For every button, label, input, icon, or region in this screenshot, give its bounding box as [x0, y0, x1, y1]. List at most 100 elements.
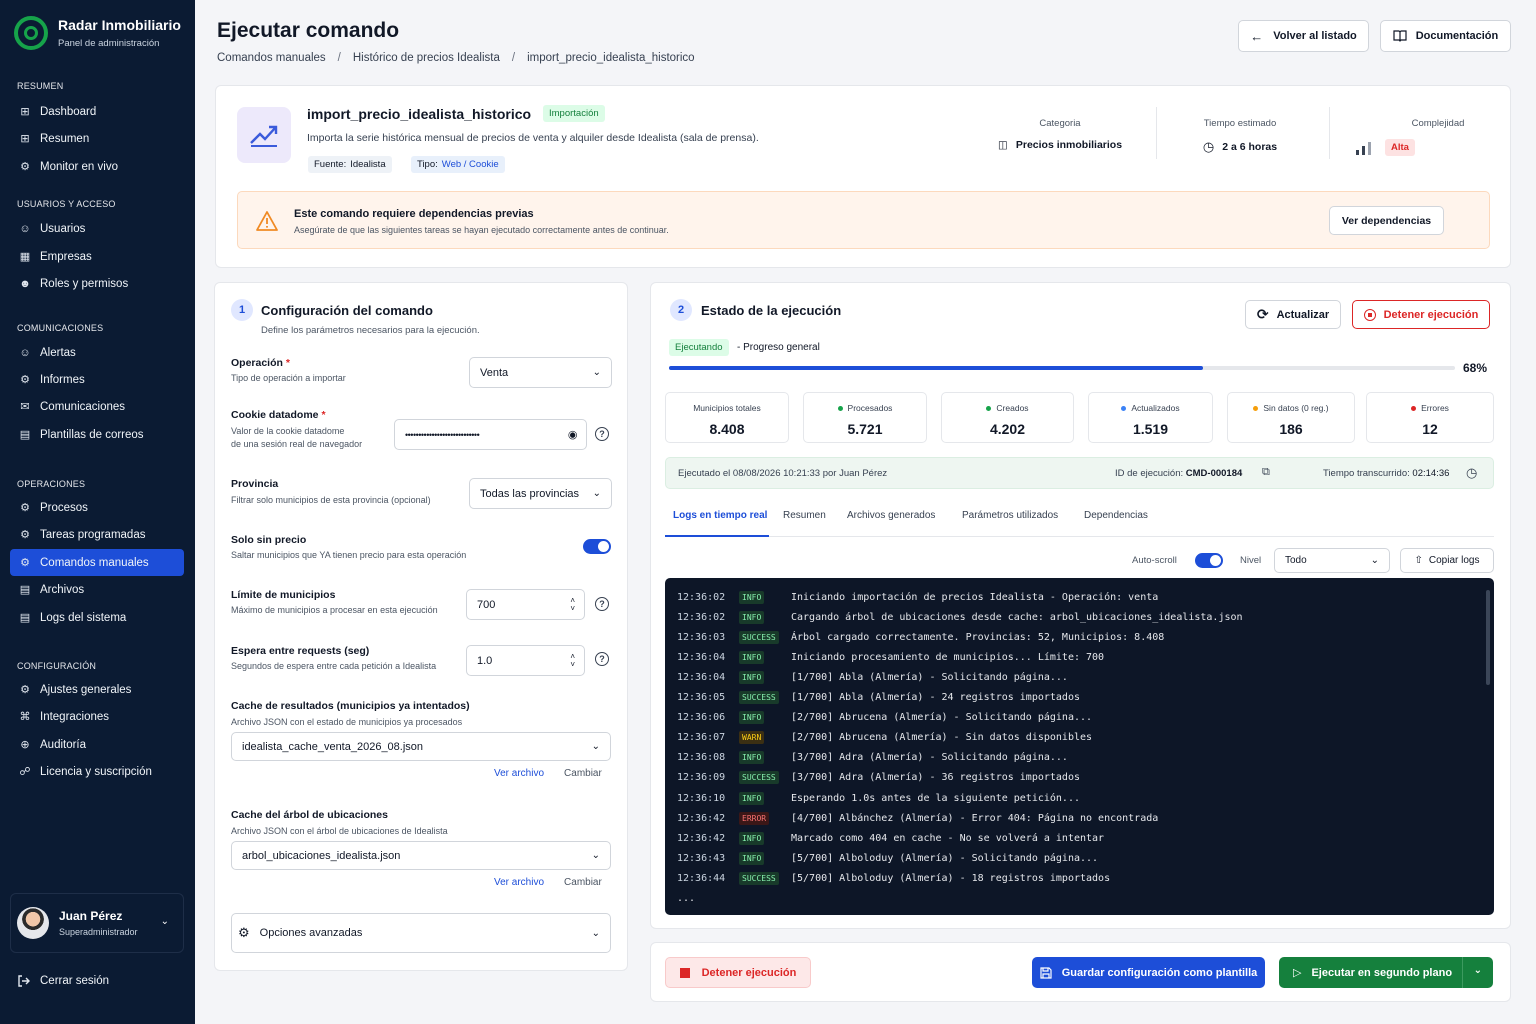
gear-icon: ⚙: [20, 374, 30, 386]
gear-icon: ⚙: [20, 161, 30, 173]
footer-stop-button[interactable]: Detener ejecución: [665, 957, 811, 988]
tab-parameters[interactable]: Parámetros utilizados: [962, 510, 1058, 521]
copy-logs-button[interactable]: ⇧ Copiar logs: [1400, 548, 1494, 573]
autoscroll-toggle[interactable]: [1195, 553, 1223, 568]
tree-select[interactable]: arbol_ubicaciones_idealista.json ⌄: [231, 841, 611, 870]
log-row: 12:36:02 INFO Cargando árbol de ubicacione…: [677, 610, 1243, 624]
view-tree-link[interactable]: Ver archivo: [494, 877, 544, 888]
log-message: [1/700] Abla (Almería) - 24 registros im…: [791, 692, 1080, 703]
tab-summary[interactable]: Resumen: [783, 510, 826, 521]
advanced-options[interactable]: ⚙ Opciones avanzadas ⌄: [231, 913, 611, 953]
log-level-badge: WARN: [739, 731, 765, 745]
help-icon[interactable]: ?: [595, 652, 609, 666]
operation-select[interactable]: Venta ⌄: [469, 357, 612, 388]
docs-button[interactable]: Documentación: [1380, 20, 1511, 52]
tab-live-logs[interactable]: Logs en tiempo real: [673, 510, 767, 521]
console-scrollbar[interactable]: [1486, 590, 1490, 685]
sidebar-item-resumen[interactable]: ⊞ Resumen: [10, 125, 184, 152]
log-message: [5/700] Alboloduy (Almería) - Solicitand…: [791, 852, 1099, 864]
tab-indicator: [665, 535, 769, 537]
cookie-input[interactable]: •••••••••••••••••••••••••••• ◉: [394, 419, 587, 450]
logout-button[interactable]: Cerrar sesión: [17, 974, 109, 988]
tab-dependencies[interactable]: Dependencias: [1084, 510, 1148, 521]
sidebar-item-label: Usuarios: [40, 222, 86, 235]
stop-button[interactable]: Detener ejecución: [1352, 300, 1490, 329]
copy-icon[interactable]: ⧉: [1262, 466, 1270, 479]
tab-generated-files[interactable]: Archivos generados: [847, 510, 935, 521]
stat-value: 5.721: [847, 421, 883, 437]
sidebar-item-tareas-programadas[interactable]: ⚙ Tareas programadas: [10, 521, 184, 548]
stepper-icon[interactable]: ˄ ˅: [570, 652, 575, 669]
sidebar-item-auditoría[interactable]: ⊕ Auditoría: [10, 731, 184, 758]
chevron-down-icon: ⌄: [160, 916, 169, 927]
view-cache-link[interactable]: Ver archivo: [494, 768, 544, 779]
limit-stepper[interactable]: 700 ˄ ˅: [466, 589, 585, 620]
cache-label: Cache de resultados (municipios ya inten…: [231, 700, 470, 712]
tree-links: Ver archivo Cambiar: [494, 877, 602, 888]
page-title: Ejecutar comando: [217, 19, 400, 42]
view-dependencies-button[interactable]: Ver dependencias: [1329, 206, 1444, 235]
sidebar-item-integraciones[interactable]: ⌘ Integraciones: [10, 703, 184, 730]
plus-circle-icon: ⊕: [20, 739, 30, 751]
chevron-down-icon[interactable]: ⌄: [1474, 965, 1482, 976]
sidebar-item-logs-del-sistema[interactable]: ▤ Logs del sistema: [10, 604, 184, 631]
stop-label: Detener ejecución: [1383, 308, 1479, 321]
log-row: 12:36:04 INFO Iniciando procesamiento de m…: [677, 650, 1104, 664]
limit-label: Límite de municipios: [231, 589, 336, 601]
grid-icon: ⊞: [20, 133, 30, 145]
sidebar-item-usuarios[interactable]: ☺ Usuarios: [10, 215, 184, 242]
state-badge: Ejecutando: [669, 339, 729, 356]
sidebar-item-empresas[interactable]: ▦ Empresas: [10, 243, 184, 270]
sidebar-item-label: Logs del sistema: [40, 611, 127, 624]
help-icon[interactable]: ?: [595, 597, 609, 611]
breadcrumb-item-commands[interactable]: Comandos manuales: [217, 52, 326, 64]
sidebar-item-archivos[interactable]: ▤ Archivos: [10, 576, 184, 603]
breadcrumb-item-history[interactable]: Histórico de precios Idealista: [353, 52, 500, 64]
province-label: Provincia: [231, 478, 279, 490]
help-icon[interactable]: ?: [595, 427, 609, 441]
eye-icon[interactable]: ◉: [568, 428, 578, 441]
sidebar-item-plantillas-de-correos[interactable]: ▤ Plantillas de correos: [10, 421, 184, 448]
stepper-icon[interactable]: ˄ ˅: [570, 596, 575, 613]
cache-select[interactable]: idealista_cache_venta_2026_08.json ⌄: [231, 732, 611, 761]
refresh-button[interactable]: ⟳ Actualizar: [1245, 300, 1341, 329]
sidebar-item-ajustes-generales[interactable]: ⚙ Ajustes generales: [10, 676, 184, 703]
save-template-button[interactable]: Guardar configuración como plantilla: [1032, 957, 1265, 988]
change-cache-link[interactable]: Cambiar: [564, 768, 602, 779]
run-background-button[interactable]: ▷ Ejecutar en segundo plano ⌄: [1279, 957, 1493, 988]
signal-bars-icon: [1356, 141, 1371, 155]
sidebar-item-dashboard[interactable]: ⊞ Dashboard: [10, 98, 184, 125]
province-select[interactable]: Todas las provincias ⌄: [469, 478, 612, 509]
sidebar-item-label: Licencia y suscripción: [40, 765, 152, 778]
gear-icon: ⚙: [20, 684, 30, 696]
sidebar-item-alertas[interactable]: ☺ Alertas: [10, 339, 184, 366]
document-icon: ▤: [19, 429, 31, 441]
tag-icon: ◫: [997, 139, 1008, 151]
sidebar-item-procesos[interactable]: ⚙ Procesos: [10, 494, 184, 521]
log-message: [2/700] Abrucena (Almería) - Solicitando…: [791, 712, 1093, 724]
sidebar-item-label: Plantillas de correos: [40, 428, 144, 441]
stat-label: Errores: [1367, 403, 1493, 413]
section-number: 2: [670, 299, 692, 321]
sidebar-item-monitor-en-vivo[interactable]: ⚙ Monitor en vivo: [10, 153, 184, 180]
user-name: Juan Pérez: [59, 909, 123, 923]
operation-help: Tipo de operación a importar: [231, 373, 346, 383]
progress-label: - Progreso general: [737, 342, 820, 353]
sidebar-item-comandos-manuales[interactable]: ⚙ Comandos manuales: [10, 549, 184, 576]
user-menu[interactable]: Juan Pérez Superadministrador ⌄: [10, 893, 184, 953]
log-console[interactable]: 12:36:02 INFO Iniciando importación de pre…: [665, 578, 1494, 915]
sidebar-item-roles-y-permisos[interactable]: ☻ Roles y permisos: [10, 270, 184, 297]
sidebar-item-licencia-y-suscripción[interactable]: ☍ Licencia y suscripción: [10, 758, 184, 785]
log-ellipsis: ...: [677, 892, 696, 904]
wait-stepper[interactable]: 1.0 ˄ ˅: [466, 645, 585, 676]
back-button[interactable]: ← Volver al listado: [1238, 20, 1369, 52]
chevron-down-icon: ⌄: [592, 367, 601, 378]
change-tree-link[interactable]: Cambiar: [564, 877, 602, 888]
noprice-toggle[interactable]: [583, 539, 611, 554]
sidebar-item-informes[interactable]: ⚙ Informes: [10, 366, 184, 393]
advanced-label: Opciones avanzadas: [259, 927, 363, 939]
sidebar-item-comunicaciones[interactable]: ✉ Comunicaciones: [10, 393, 184, 420]
level-select[interactable]: Todo ⌄: [1274, 548, 1390, 573]
divider: [1329, 107, 1330, 159]
type-value: Web / Cookie: [441, 159, 499, 170]
